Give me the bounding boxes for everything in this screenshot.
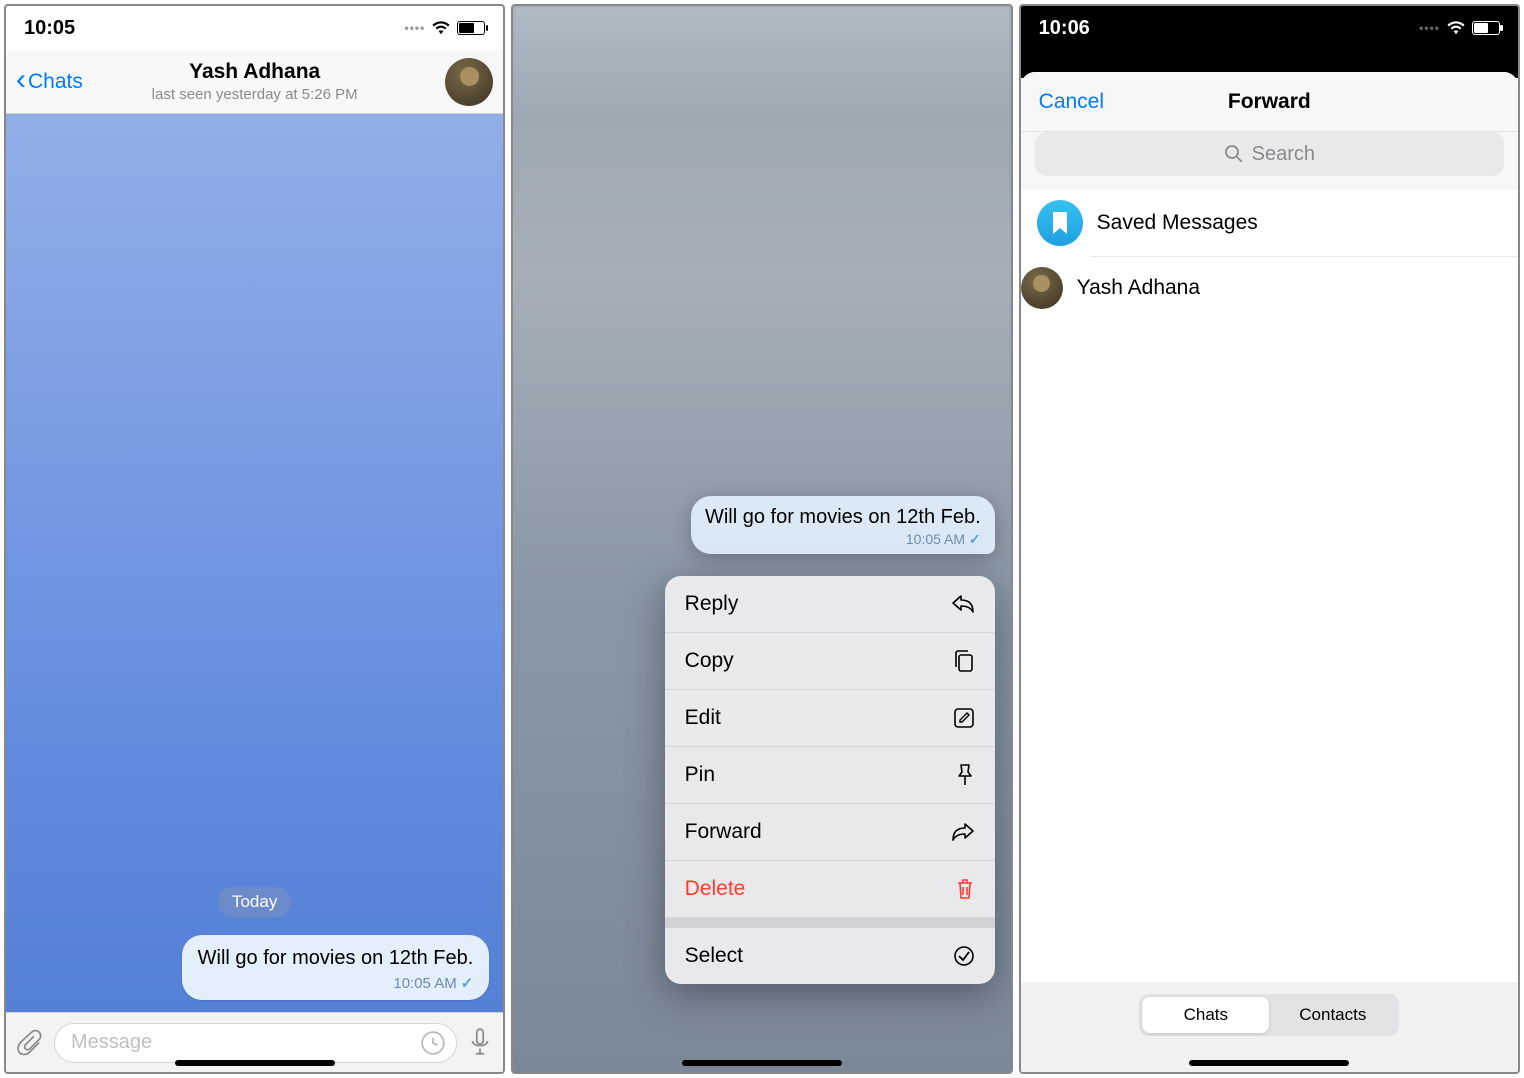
chat-title[interactable]: Yash Adhana last seen yesterday at 5:26 … (152, 60, 358, 103)
menu-copy[interactable]: Copy (665, 633, 995, 690)
menu-label: Reply (685, 592, 739, 616)
sheet-title: Forward (1228, 90, 1311, 114)
attach-button[interactable] (16, 1029, 44, 1057)
row-saved-messages[interactable]: Saved Messages (1021, 190, 1518, 256)
message-meta: 10:05 AM ✓ (705, 531, 981, 548)
selected-message-bubble[interactable]: Will go for movies on 12th Feb. 10:05 AM… (691, 496, 995, 554)
home-indicator[interactable] (682, 1060, 842, 1066)
menu-select[interactable]: Select (665, 928, 995, 984)
forward-sheet-screen: 10:06 •••• Cancel Forward Search Saved M… (1019, 4, 1520, 1074)
menu-separator (665, 918, 995, 928)
contact-name: Yash Adhana (152, 60, 358, 84)
wifi-icon (431, 21, 451, 35)
mic-button[interactable] (467, 1028, 493, 1058)
message-time: 10:05 AM (906, 531, 965, 547)
menu-label: Edit (685, 706, 721, 730)
paperclip-icon (16, 1029, 44, 1057)
status-indicators: •••• (1419, 21, 1500, 35)
wifi-icon (1446, 21, 1466, 35)
context-menu-screen: Will go for movies on 12th Feb. 10:05 AM… (511, 4, 1012, 1074)
message-placeholder: Message (71, 1031, 152, 1054)
trash-icon (955, 877, 975, 901)
chat-body[interactable]: Today Will go for movies on 12th Feb. 10… (6, 114, 503, 1012)
forward-arrow-icon (951, 821, 975, 843)
home-indicator[interactable] (1189, 1060, 1349, 1066)
cancel-button[interactable]: Cancel (1039, 90, 1104, 114)
context-menu: Reply Copy Edit Pin (665, 576, 995, 984)
home-indicator[interactable] (175, 1060, 335, 1066)
blurred-chat-bg[interactable]: Will go for movies on 12th Feb. 10:05 AM… (513, 6, 1010, 1072)
pin-icon (955, 763, 975, 787)
menu-label: Delete (685, 877, 746, 901)
segment-contacts[interactable]: Contacts (1269, 997, 1396, 1033)
sheet-footer: Chats Contacts (1021, 982, 1518, 1072)
sticker-clock-icon (420, 1030, 446, 1056)
menu-edit[interactable]: Edit (665, 690, 995, 747)
menu-label: Copy (685, 649, 734, 673)
message-meta: 10:05 AM ✓ (198, 974, 474, 992)
row-label: Saved Messages (1097, 211, 1258, 235)
cellular-dots-icon: •••• (405, 21, 426, 35)
edit-icon (953, 707, 975, 729)
bookmark-icon (1037, 200, 1083, 246)
back-button[interactable]: ‹ Chats (16, 69, 83, 95)
menu-reply[interactable]: Reply (665, 576, 995, 633)
status-indicators: •••• (405, 21, 486, 35)
search-container: Search (1021, 132, 1518, 190)
message-bubble[interactable]: Will go for movies on 12th Feb. 10:05 AM… (182, 935, 490, 1000)
search-input[interactable]: Search (1035, 132, 1504, 176)
message-text: Will go for movies on 12th Feb. (198, 947, 474, 970)
copy-icon (953, 649, 975, 673)
sent-check-icon: ✓ (461, 974, 474, 992)
message-text: Will go for movies on 12th Feb. (705, 506, 981, 529)
menu-pin[interactable]: Pin (665, 747, 995, 804)
chat-screen: 10:05 •••• ‹ Chats Yash Adhana last seen… (4, 4, 505, 1074)
battery-icon (457, 21, 485, 35)
segment-chats[interactable]: Chats (1142, 997, 1269, 1033)
sheet-header: Cancel Forward (1021, 72, 1518, 132)
message-time: 10:05 AM (393, 975, 456, 992)
menu-label: Forward (685, 820, 762, 844)
battery-icon (1472, 21, 1500, 35)
forward-sheet: Cancel Forward Search Saved Messages Yas… (1021, 72, 1518, 1072)
message-input[interactable]: Message (54, 1023, 457, 1063)
status-bar: 10:06 •••• (1021, 6, 1518, 50)
menu-label: Pin (685, 763, 715, 787)
row-contact[interactable]: Yash Adhana (1091, 256, 1518, 319)
segment-control[interactable]: Chats Contacts (1139, 994, 1399, 1036)
cellular-dots-icon: •••• (1419, 21, 1440, 35)
menu-delete[interactable]: Delete (665, 861, 995, 918)
avatar (1021, 267, 1063, 309)
select-circle-check-icon (953, 945, 975, 967)
search-icon (1224, 144, 1244, 164)
sent-check-icon: ✓ (969, 531, 981, 547)
chevron-left-icon: ‹ (16, 65, 26, 95)
mic-icon (467, 1028, 493, 1058)
last-seen: last seen yesterday at 5:26 PM (152, 86, 358, 103)
back-label: Chats (28, 70, 83, 94)
row-label: Yash Adhana (1077, 276, 1200, 300)
menu-label: Select (685, 944, 743, 968)
status-time: 10:05 (24, 17, 75, 40)
chat-nav-bar: ‹ Chats Yash Adhana last seen yesterday … (6, 50, 503, 114)
date-pill: Today (218, 887, 291, 917)
status-time: 10:06 (1039, 17, 1090, 40)
status-bar: 10:05 •••• (6, 6, 503, 50)
avatar[interactable] (445, 58, 493, 106)
search-placeholder: Search (1252, 143, 1315, 166)
reply-arrow-icon (951, 593, 975, 615)
forward-target-list: Saved Messages Yash Adhana (1021, 190, 1518, 982)
menu-forward[interactable]: Forward (665, 804, 995, 861)
